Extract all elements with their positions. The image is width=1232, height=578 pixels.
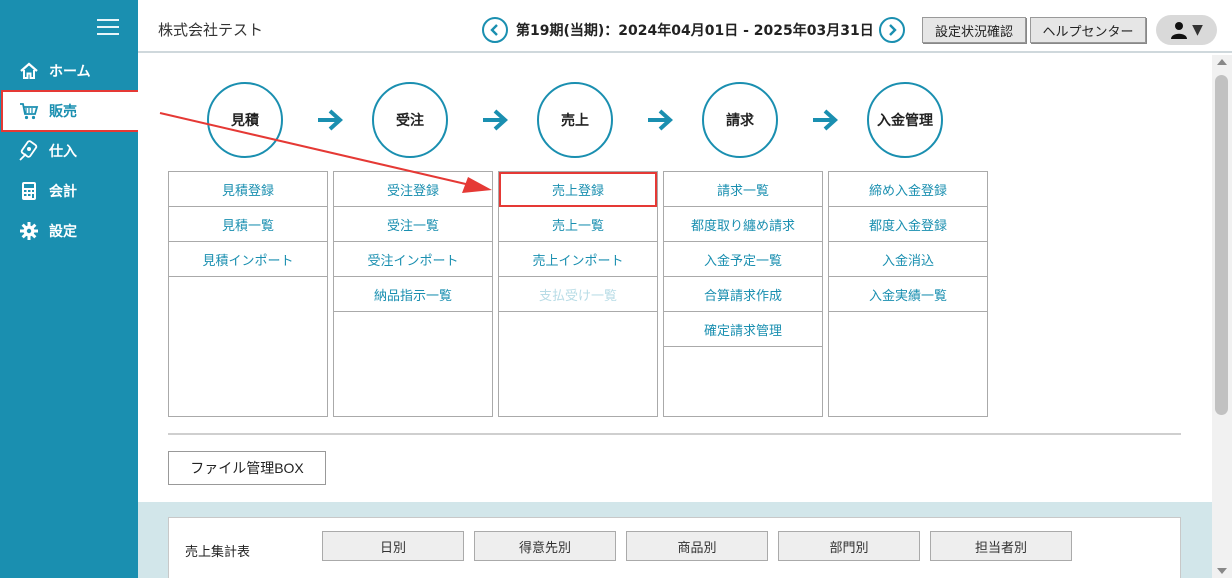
sidebar: ホーム 販売 仕入 会計 設定: [0, 0, 143, 578]
summary-by-customer-button[interactable]: 得意先別: [474, 531, 616, 561]
menu-link-combined-billing[interactable]: 合算請求作成: [664, 277, 822, 312]
flow-step-billing: 請求: [702, 82, 778, 158]
menu-column-sales: 売上登録 売上一覧 売上インポート 支払受け一覧: [498, 171, 658, 417]
user-icon: [1171, 22, 1188, 39]
sidebar-item-home[interactable]: ホーム: [0, 51, 138, 91]
menu-link-closing-payment-register[interactable]: 締め入金登録: [829, 172, 987, 207]
sidebar-item-settings[interactable]: 設定: [0, 211, 138, 251]
menu-link-order-register[interactable]: 受注登録: [334, 172, 492, 207]
summary-by-department-button[interactable]: 部門別: [778, 531, 920, 561]
flow-step-order: 受注: [372, 82, 448, 158]
caret-down-icon: ▼: [1192, 22, 1203, 38]
menu-link-estimate-import[interactable]: 見積インポート: [169, 242, 327, 277]
menu-link-payment-reconciliation[interactable]: 入金消込: [829, 242, 987, 277]
sidebar-item-purchase[interactable]: 仕入: [0, 131, 138, 171]
settings-status-button[interactable]: 設定状況確認: [922, 17, 1026, 43]
cart-icon: [18, 100, 40, 122]
gear-icon: [18, 220, 40, 242]
menu-link-payment-received-list: 支払受け一覧: [499, 277, 657, 312]
main-content: 見積 受注 売上 請求 入金管理 見積登録 見積一覧 見積インポート 受注登録 …: [138, 55, 1212, 578]
menu-link-estimate-register[interactable]: 見積登録: [169, 172, 327, 207]
menu-link-billing-list[interactable]: 請求一覧: [664, 172, 822, 207]
file-management-box-button[interactable]: ファイル管理BOX: [168, 451, 326, 485]
menu-link-payment-record-list[interactable]: 入金実績一覧: [829, 277, 987, 312]
menu-link-estimate-list[interactable]: 見積一覧: [169, 207, 327, 242]
sidebar-item-label: 会計: [49, 184, 77, 200]
app-window: ホーム 販売 仕入 会計 設定 株式会社テスト 第19期(当期)：2024年04…: [0, 0, 1232, 578]
menu-link-ad-hoc-billing[interactable]: 都度取り纏め請求: [664, 207, 822, 242]
sales-summary-label: 売上集計表: [185, 545, 251, 560]
menu-link-delivery-instructions[interactable]: 納品指示一覧: [334, 277, 492, 312]
summary-daily-button[interactable]: 日別: [322, 531, 464, 561]
home-icon: [18, 60, 40, 82]
arrow-right-icon: [813, 109, 838, 131]
sidebar-item-accounting[interactable]: 会計: [0, 171, 138, 211]
menu-column-payment: 締め入金登録 都度入金登録 入金消込 入金実績一覧: [828, 171, 988, 417]
purchase-icon: [18, 140, 40, 162]
user-menu-button[interactable]: ▼: [1156, 15, 1217, 45]
summary-by-staff-button[interactable]: 担当者別: [930, 531, 1072, 561]
sidebar-item-label: 設定: [49, 224, 77, 240]
menu-link-order-import[interactable]: 受注インポート: [334, 242, 492, 277]
menu-link-expected-payment-list[interactable]: 入金予定一覧: [664, 242, 822, 277]
menu-link-confirmed-billing[interactable]: 確定請求管理: [664, 312, 822, 347]
scroll-up-arrow-icon[interactable]: [1217, 59, 1227, 65]
menu-column-estimate: 見積登録 見積一覧 見積インポート: [168, 171, 328, 417]
menu-link-sales-list[interactable]: 売上一覧: [499, 207, 657, 242]
summary-section: 売上集計表 日別 得意先別 商品別 部門別 担当者別: [138, 502, 1212, 578]
sales-summary-panel: 売上集計表 日別 得意先別 商品別 部門別 担当者別: [168, 517, 1181, 578]
flow-step-estimate: 見積: [207, 82, 283, 158]
menu-link-order-list[interactable]: 受注一覧: [334, 207, 492, 242]
calculator-icon: [18, 180, 40, 202]
scroll-down-arrow-icon[interactable]: [1217, 568, 1227, 574]
section-divider: [168, 433, 1181, 435]
next-period-button[interactable]: [879, 17, 905, 43]
previous-period-button[interactable]: [482, 17, 508, 43]
flow-step-payment: 入金管理: [867, 82, 943, 158]
chevron-left-icon: [490, 24, 498, 36]
flow-step-sales: 売上: [537, 82, 613, 158]
sidebar-item-sales[interactable]: 販売: [1, 90, 143, 132]
menu-link-ad-hoc-payment-register[interactable]: 都度入金登録: [829, 207, 987, 242]
hamburger-menu-icon[interactable]: [97, 19, 119, 37]
scrollbar-thumb[interactable]: [1215, 75, 1228, 415]
sidebar-item-label: ホーム: [49, 64, 91, 80]
vertical-scrollbar[interactable]: [1212, 55, 1232, 578]
menu-column-billing: 請求一覧 都度取り纏め請求 入金予定一覧 合算請求作成 確定請求管理: [663, 171, 823, 417]
company-name: 株式会社テスト: [158, 21, 264, 39]
arrow-right-icon: [648, 109, 673, 131]
chevron-right-icon: [889, 24, 897, 36]
help-center-button[interactable]: ヘルプセンター: [1030, 17, 1146, 43]
menu-link-sales-import[interactable]: 売上インポート: [499, 242, 657, 277]
summary-by-product-button[interactable]: 商品別: [626, 531, 768, 561]
top-header: 株式会社テスト 第19期(当期)：2024年04月01日 - 2025年03月3…: [138, 0, 1232, 53]
menu-column-order: 受注登録 受注一覧 受注インポート 納品指示一覧: [333, 171, 493, 417]
arrow-right-icon: [483, 109, 508, 131]
sidebar-item-label: 仕入: [49, 144, 77, 160]
fiscal-period-label: 第19期(当期)：2024年04月01日 - 2025年03月31日: [516, 23, 874, 39]
sidebar-item-label: 販売: [49, 104, 77, 120]
arrow-right-icon: [318, 109, 343, 131]
menu-link-sales-register[interactable]: 売上登録: [499, 172, 657, 207]
